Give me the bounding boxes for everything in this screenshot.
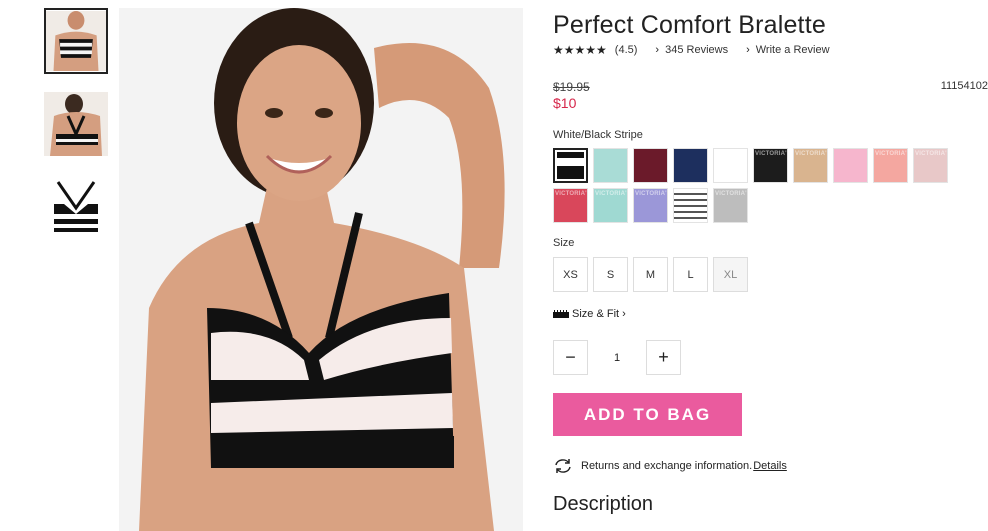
reviews-link[interactable]: 345 Reviews <box>665 44 728 56</box>
chevron-right-icon: › <box>622 308 626 320</box>
quantity-decrease-button[interactable]: − <box>553 340 588 375</box>
thumbnail-flat[interactable] <box>44 174 108 238</box>
swatch-fill <box>634 149 667 182</box>
swatch-logo-print: VICTORIA'S SECRET <box>795 151 828 157</box>
swatch-fill <box>834 149 867 182</box>
color-swatch-coral-logo[interactable]: VICTORIA'S SECRET <box>873 148 908 183</box>
rating-value: (4.5) <box>614 44 638 56</box>
product-info-panel: Perfect Comfort Bralette ★★★★★ (4.5) › 3… <box>553 8 988 516</box>
product-main-image[interactable] <box>119 8 523 531</box>
color-swatch-grey-stripe[interactable] <box>673 188 708 223</box>
price-block: $19.95 $10 11154102 <box>553 80 988 116</box>
swatch-logo-print: VICTORIA'S SECRET <box>635 191 668 197</box>
quantity-increase-button[interactable]: + <box>646 340 681 375</box>
swatch-logo-print: VICTORIA'S SECRET <box>915 151 948 157</box>
size-option-l[interactable]: L <box>673 257 708 292</box>
thumbnail-flat-image <box>44 174 108 238</box>
thumbnail-back-image <box>44 92 108 156</box>
swatch-fill <box>674 149 707 182</box>
ruler-icon <box>553 310 569 318</box>
color-swatch-aqua-logo[interactable]: VICTORIA'S SECRET <box>593 188 628 223</box>
size-options: XS S M L XL <box>553 257 988 292</box>
thumbnail-front-image <box>46 11 106 71</box>
swatch-fill <box>674 189 707 222</box>
write-review-link[interactable]: Write a Review <box>756 44 830 56</box>
swatch-logo-print: VICTORIA'S SECRET <box>875 151 908 157</box>
chevron-right-icon: › <box>655 44 660 56</box>
thumbnail-list <box>44 8 108 256</box>
selected-color-label: White/Black Stripe <box>553 129 643 141</box>
thumbnail-back[interactable] <box>44 92 108 156</box>
color-swatch-nude[interactable]: VICTORIA'S SECRET <box>793 148 828 183</box>
size-option-xl[interactable]: XL <box>713 257 748 292</box>
color-swatch-white-black-stripe[interactable] <box>553 148 588 183</box>
product-photo <box>119 8 523 531</box>
swatch-logo-print: VICTORIA'S SECRET <box>595 191 628 197</box>
size-option-m[interactable]: M <box>633 257 668 292</box>
size-option-s[interactable]: S <box>593 257 628 292</box>
color-swatch-pink[interactable] <box>833 148 868 183</box>
add-to-bag-button[interactable]: ADD TO BAG <box>553 393 742 436</box>
quantity-stepper: − 1 + <box>553 340 988 375</box>
product-sku: 11154102 <box>940 80 988 92</box>
size-fit-label: Size & Fit <box>572 308 620 320</box>
swatch-logo-print: VICTORIA'S SECRET <box>715 191 748 197</box>
returns-text: Returns and exchange information. <box>581 460 753 472</box>
color-swatch-navy[interactable] <box>673 148 708 183</box>
exchange-icon <box>555 459 571 473</box>
chevron-right-icon: › <box>746 44 750 56</box>
quantity-value[interactable]: 1 <box>588 352 646 364</box>
color-swatch-mint[interactable] <box>593 148 628 183</box>
color-swatch-white[interactable] <box>713 148 748 183</box>
color-swatch-lavender-logo[interactable]: VICTORIA'S SECRET <box>633 188 668 223</box>
color-swatch-black[interactable]: VICTORIA'S SECRET <box>753 148 788 183</box>
original-price: $19.95 <box>553 80 590 94</box>
rating-row: ★★★★★ (4.5) › 345 Reviews › Write a Revi… <box>553 42 988 58</box>
thumbnail-front[interactable] <box>44 8 108 74</box>
swatch-fill <box>714 149 747 182</box>
size-option-xs[interactable]: XS <box>553 257 588 292</box>
sale-price: $10 <box>553 95 577 111</box>
description-heading: Description <box>553 493 654 515</box>
size-fit-link[interactable]: Size & Fit › <box>553 308 988 320</box>
star-rating-icon[interactable]: ★★★★★ <box>553 43 607 57</box>
color-swatch-red-logo[interactable]: VICTORIA'S SECRET <box>553 188 588 223</box>
color-swatch-burgundy[interactable] <box>633 148 668 183</box>
size-label: Size <box>553 237 575 249</box>
color-swatch-blush-logo[interactable]: VICTORIA'S SECRET <box>913 148 948 183</box>
swatch-fill <box>557 152 584 179</box>
returns-info: Returns and exchange information. Detail… <box>553 458 988 474</box>
product-title: Perfect Comfort Bralette <box>553 11 826 39</box>
swatch-fill <box>594 149 627 182</box>
swatch-logo-print: VICTORIA'S SECRET <box>755 151 788 157</box>
color-swatch-grid: VICTORIA'S SECRET VICTORIA'S SECRET VICTOR… <box>553 148 953 223</box>
returns-details-link[interactable]: Details <box>753 460 787 472</box>
color-swatch-heather-grey[interactable]: VICTORIA'S SECRET <box>713 188 748 223</box>
swatch-logo-print: VICTORIA'S SECRET <box>555 191 588 197</box>
